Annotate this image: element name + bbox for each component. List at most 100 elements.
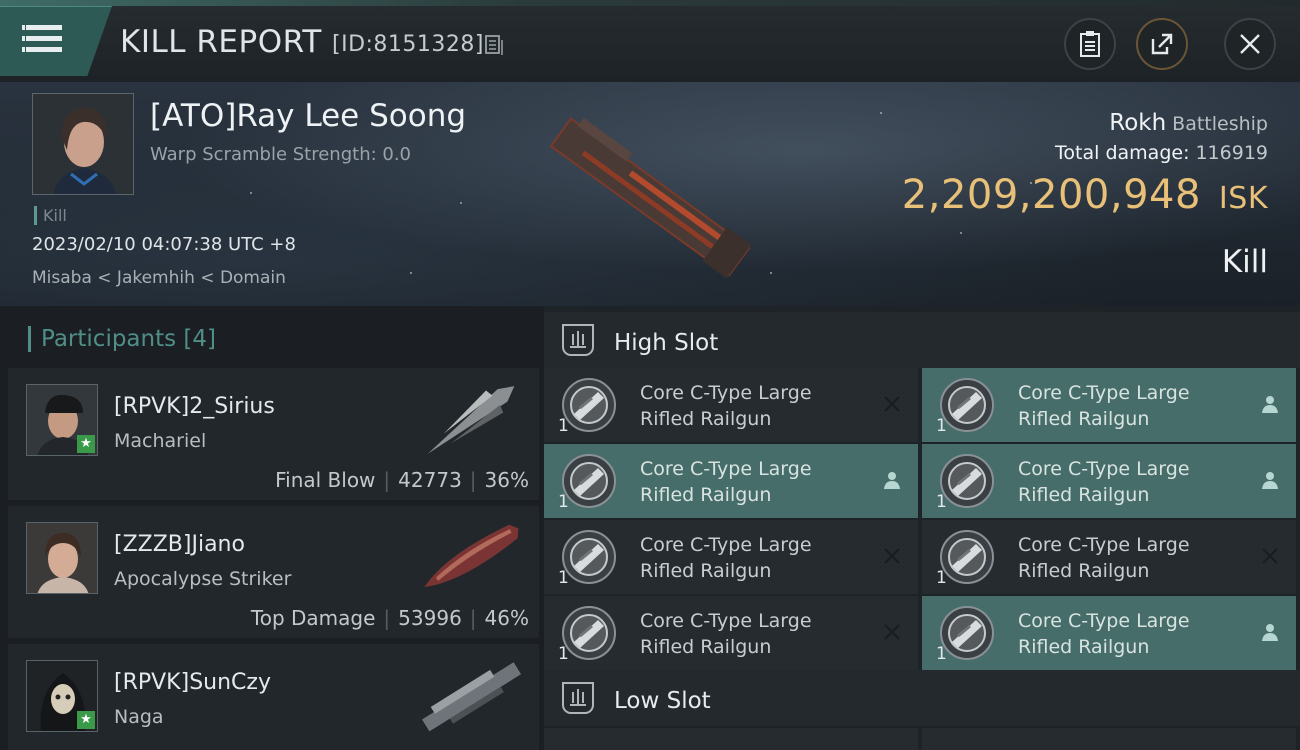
module-name: Core C-Type Large Rifled Railgun [1018, 380, 1248, 432]
participants-count: [4] [183, 326, 217, 352]
participant-name[interactable]: [RPVK]SunCzy [114, 670, 271, 695]
module-name-line2: Rifled Railgun [1018, 560, 1150, 582]
module-name-line1: Core C-Type Large [1018, 534, 1190, 556]
participant-name[interactable]: [RPVK]2_Sirius [114, 394, 275, 419]
module-tile[interactable]: 1 Core C-Type Large Rifled Railgun [922, 520, 1296, 594]
top-bar: KILL REPORT [ID:8151328] [0, 0, 1300, 82]
module-name-line2: Rifled Railgun [640, 636, 772, 658]
low-slot-title: Low Slot [614, 688, 711, 714]
participant-row[interactable]: ★ [RPVK]2_Sirius Machariel Final Blow | 42… [8, 368, 539, 502]
module-tile[interactable]: 1 Core C-Type Large Rifled Railgun [922, 368, 1296, 442]
fitting-panel: High Slot 1 Core C-Type Large Rifled Railg… [544, 306, 1300, 750]
module-tile[interactable]: 1 Core C-Type Large Rifled Railgun [922, 444, 1296, 518]
participants-header: Participants [4] [28, 326, 216, 352]
participants-panel: Participants [4] ★ [RPVK]2_Sirius Machar… [0, 306, 544, 750]
participant-avatar[interactable]: ★ [26, 384, 98, 456]
isk-value: 2,209,200,948 ISK [902, 172, 1268, 218]
isk-unit: ISK [1218, 181, 1268, 216]
participant-row[interactable]: ★ [RPVK]SunCzy Naga [8, 644, 539, 750]
module-name: Core C-Type Large Rifled Railgun [640, 532, 870, 584]
victim-portrait[interactable] [32, 93, 134, 195]
total-damage-value: 116919 [1195, 142, 1268, 164]
kill-datetime: 2023/02/10 04:07:38 UTC +8 [32, 234, 296, 255]
x-icon [884, 548, 900, 564]
low-slot-module-partial[interactable] [922, 728, 1296, 750]
participant-ship-image [427, 386, 515, 454]
participant-ship: Machariel [114, 430, 207, 452]
participant-ship-image [424, 524, 519, 588]
module-name-line1: Core C-Type Large [1018, 458, 1190, 480]
participant-ship: Naga [114, 706, 164, 728]
participant-row[interactable]: [ZZZB]Jiano Apocalypse Striker Top Damag… [8, 506, 539, 640]
kill-result: Kill [1221, 244, 1268, 280]
victim-ship-name[interactable]: Rokh [1109, 110, 1166, 136]
total-damage: Total damage: 116919 [1055, 142, 1268, 164]
module-quantity: 1 [558, 416, 569, 436]
high-slot-icon [562, 324, 594, 356]
participant-stats: Final Blow | 42773 | 36% [275, 468, 529, 492]
victim-banner: [ATO]Ray Lee Soong Warp Scramble Strengt… [0, 82, 1300, 306]
kill-location: Misaba < Jakemhih < Domain [32, 268, 286, 288]
share-button[interactable] [1136, 18, 1188, 70]
module-name-line1: Core C-Type Large [640, 458, 812, 480]
person-icon [1262, 624, 1278, 641]
hamburger-icon[interactable] [22, 22, 64, 58]
module-tile[interactable]: 1 Core C-Type Large Rifled Railgun [544, 368, 918, 442]
participant-ship-image [422, 662, 522, 732]
participant-percent: 36% [484, 468, 529, 492]
participant-ship: Apocalypse Striker [114, 568, 292, 590]
share-icon [1151, 33, 1173, 55]
module-quantity: 1 [558, 492, 569, 512]
victim-ship-class: Battleship [1172, 113, 1268, 135]
module-name: Core C-Type Large Rifled Railgun [1018, 456, 1248, 508]
module-name-line1: Core C-Type Large [640, 534, 812, 556]
participant-role: Top Damage [250, 606, 376, 630]
module-name: Core C-Type Large Rifled Railgun [1018, 532, 1248, 584]
victim-ship-image [549, 117, 752, 279]
participant-role: Final Blow [275, 468, 376, 492]
module-quantity: 1 [936, 568, 947, 588]
low-slot-module-partial[interactable] [544, 728, 918, 750]
star-badge-icon: ★ [77, 711, 95, 729]
module-name-line2: Rifled Railgun [1018, 636, 1150, 658]
module-name: Core C-Type Large Rifled Railgun [640, 380, 870, 432]
participant-avatar[interactable]: ★ [26, 660, 98, 732]
close-button[interactable] [1224, 18, 1276, 70]
module-tile[interactable]: 1 Core C-Type Large Rifled Railgun [922, 596, 1296, 670]
clipboard-button[interactable] [1064, 18, 1116, 70]
top-edge-accent [0, 0, 1300, 6]
participants-label: Participants [41, 326, 177, 352]
low-slot-header: Low Slot [544, 670, 1300, 726]
module-tile[interactable]: 1 Core C-Type Large Rifled Railgun [544, 596, 918, 670]
report-id: [ID:8151328] [332, 32, 484, 57]
module-name-line1: Core C-Type Large [1018, 610, 1190, 632]
module-name: Core C-Type Large Rifled Railgun [640, 608, 870, 660]
module-name-line2: Rifled Railgun [640, 560, 772, 582]
participant-avatar[interactable] [26, 522, 98, 594]
victim-ship-type: Rokh Battleship [1109, 110, 1268, 136]
module-quantity: 1 [558, 568, 569, 588]
x-icon [1262, 548, 1278, 564]
module-quantity: 1 [936, 644, 947, 664]
high-slot-header: High Slot [544, 312, 1300, 368]
isk-amount: 2,209,200,948 [901, 172, 1201, 218]
module-name: Core C-Type Large Rifled Railgun [640, 456, 870, 508]
participant-damage: 42773 [398, 468, 462, 492]
copy-icon[interactable] [484, 34, 504, 56]
page-title: KILL REPORT [120, 24, 322, 60]
participant-name[interactable]: [ZZZB]Jiano [114, 532, 245, 557]
module-tile[interactable]: 1 Core C-Type Large Rifled Railgun [544, 444, 918, 518]
module-name-line1: Core C-Type Large [1018, 382, 1190, 404]
low-slot-icon [562, 682, 594, 714]
module-tile[interactable]: 1 Core C-Type Large Rifled Railgun [544, 520, 918, 594]
module-quantity: 1 [558, 644, 569, 664]
total-damage-label: Total damage: [1055, 142, 1190, 164]
victim-name[interactable]: [ATO]Ray Lee Soong [150, 98, 466, 134]
module-quantity: 1 [936, 492, 947, 512]
module-quantity: 1 [936, 416, 947, 436]
person-icon [1262, 396, 1278, 413]
participant-damage: 53996 [398, 606, 462, 630]
high-slot-title: High Slot [614, 330, 719, 356]
x-icon [884, 624, 900, 640]
clipboard-icon [1080, 31, 1100, 57]
